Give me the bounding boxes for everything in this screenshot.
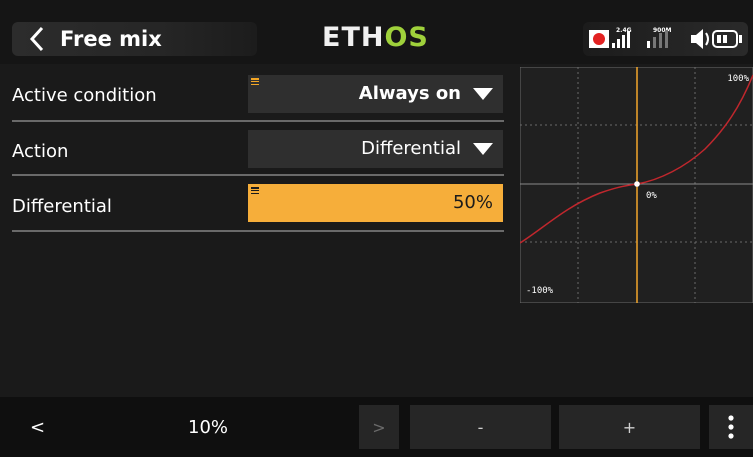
active-condition-value: Always on	[358, 83, 461, 104]
differential-value: 50%	[452, 192, 493, 213]
prev-value-button[interactable]: <	[30, 405, 50, 449]
ethos-logo: ETHOS	[322, 22, 429, 53]
speaker-icon	[691, 29, 709, 49]
row-divider	[12, 230, 504, 232]
signal-2-4g-icon: 2.4G	[612, 27, 632, 48]
next-value-button[interactable]: >	[359, 405, 399, 449]
action-label: Action	[12, 141, 69, 162]
active-condition-dropdown[interactable]: Always on	[248, 75, 503, 113]
graph-label-top-right: 100%	[727, 74, 749, 84]
record-icon	[589, 30, 609, 48]
dropdown-arrow-icon	[473, 143, 493, 155]
graph-label-bottom-left: -100%	[526, 286, 554, 296]
more-menu-button[interactable]	[709, 405, 753, 449]
menu-marker-icon	[251, 78, 259, 86]
step-value: 10%	[188, 416, 229, 438]
battery-icon	[712, 30, 742, 48]
action-value: Differential	[361, 138, 461, 159]
decrement-button[interactable]: -	[410, 405, 551, 449]
active-condition-label: Active condition	[12, 85, 157, 106]
menu-marker-icon	[251, 187, 259, 195]
back-button[interactable]	[22, 24, 52, 54]
row-divider	[12, 120, 504, 122]
row-divider	[12, 174, 504, 176]
differential-label: Differential	[12, 196, 112, 217]
svg-text:900M: 900M	[653, 27, 672, 34]
curve-center-point	[634, 181, 640, 187]
increment-button[interactable]: +	[559, 405, 700, 449]
action-dropdown[interactable]: Differential	[248, 130, 503, 168]
status-icons: 2.4G 900M	[589, 27, 742, 49]
curve-graph: 100% 0% -100%	[519, 66, 753, 304]
graph-label-center: 0%	[646, 191, 657, 201]
header-bar: Free mix ETHOS 2.4G 900M	[0, 0, 753, 64]
more-vertical-icon	[728, 415, 734, 439]
bottom-toolbar: < 10% > - +	[0, 397, 753, 457]
chevron-left-icon	[29, 26, 44, 52]
page-title: Free mix	[60, 27, 162, 51]
signal-900m-icon: 900M	[647, 27, 672, 48]
dropdown-arrow-icon	[473, 88, 493, 100]
status-bar[interactable]: 2.4G 900M	[583, 22, 748, 56]
differential-value-field[interactable]: 50%	[248, 184, 503, 222]
